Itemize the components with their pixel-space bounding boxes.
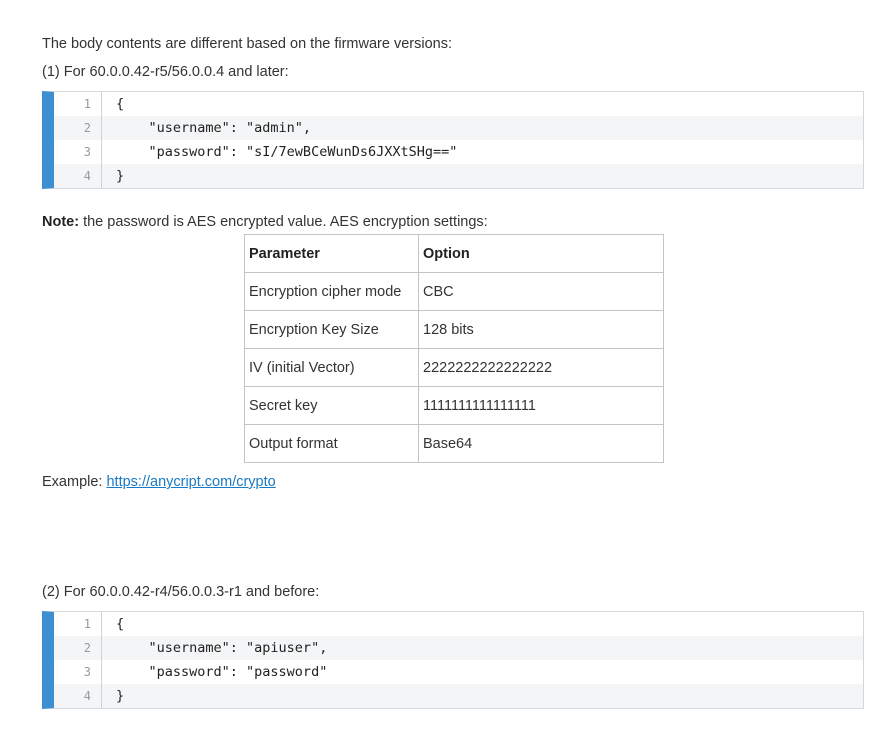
- table-row: Output format Base64: [244, 424, 664, 463]
- table-cell: Output format: [244, 424, 419, 463]
- code-text: "password": "sI/7ewBCeWunDs6JXXtSHg==": [116, 144, 458, 160]
- code-line: 1 {: [54, 612, 863, 636]
- code-block-2: 1 { 2 "username": "apiuser", 3 "password…: [42, 611, 864, 709]
- example-link[interactable]: https://anycript.com/crypto: [106, 474, 275, 490]
- code-line: 4 }: [54, 164, 863, 188]
- code-line: 2 "username": "apiuser",: [54, 636, 863, 660]
- code-text: "password": "password": [116, 664, 328, 680]
- table-row: IV (initial Vector) 2222222222222222: [244, 348, 664, 387]
- note-text: the password is AES encrypted value. AES…: [79, 214, 488, 230]
- note-paragraph: Note: the password is AES encrypted valu…: [42, 213, 488, 231]
- code-line: 3 "password": "password": [54, 660, 863, 684]
- example-paragraph: Example: https://anycript.com/crypto: [42, 473, 276, 491]
- line-number: 2: [54, 116, 102, 140]
- aes-settings-table: Parameter Option Encryption cipher mode …: [244, 234, 664, 463]
- table-row: Encryption cipher mode CBC: [244, 272, 664, 311]
- table-row: Secret key 1111111111111111: [244, 386, 664, 425]
- example-label: Example:: [42, 474, 107, 490]
- line-number: 4: [54, 164, 102, 188]
- line-number: 3: [54, 140, 102, 164]
- code-text: }: [116, 688, 125, 704]
- table-row: Encryption Key Size 128 bits: [244, 310, 664, 349]
- code-text: "username": "apiuser",: [116, 640, 328, 656]
- table-cell: Secret key: [244, 386, 419, 425]
- code-text: {: [116, 96, 125, 112]
- note-label: Note:: [42, 214, 80, 230]
- code-line: 2 "username": "admin",: [54, 116, 863, 140]
- line-number: 1: [54, 612, 102, 636]
- code-line: 3 "password": "sI/7ewBCeWunDs6JXXtSHg==": [54, 140, 863, 164]
- line-number: 2: [54, 636, 102, 660]
- code-text: {: [116, 616, 125, 632]
- table-cell: IV (initial Vector): [244, 348, 419, 387]
- code-line: 1 {: [54, 92, 863, 116]
- table-cell: 128 bits: [418, 310, 664, 349]
- code-block-1: 1 { 2 "username": "admin", 3 "password":…: [42, 91, 864, 189]
- table-cell: CBC: [418, 272, 664, 311]
- table-cell: 1111111111111111: [418, 386, 664, 425]
- line-number: 4: [54, 684, 102, 708]
- code-text: "username": "admin",: [116, 120, 312, 136]
- column-header-option: Option: [418, 234, 664, 273]
- table-cell: Base64: [418, 424, 664, 463]
- line-number: 1: [54, 92, 102, 116]
- code-line: 4 }: [54, 684, 863, 708]
- column-header-parameter: Parameter: [244, 234, 419, 273]
- table-cell: 2222222222222222: [418, 348, 664, 387]
- table-cell: Encryption cipher mode: [244, 272, 419, 311]
- code-text: }: [116, 168, 125, 184]
- section1-heading: (1) For 60.0.0.42-r5/56.0.0.4 and later:: [42, 64, 289, 80]
- table-header-row: Parameter Option: [244, 234, 664, 273]
- intro-text: The body contents are different based on…: [42, 36, 452, 52]
- table-cell: Encryption Key Size: [244, 310, 419, 349]
- section2-heading: (2) For 60.0.0.42-r4/56.0.0.3-r1 and bef…: [42, 584, 320, 600]
- line-number: 3: [54, 660, 102, 684]
